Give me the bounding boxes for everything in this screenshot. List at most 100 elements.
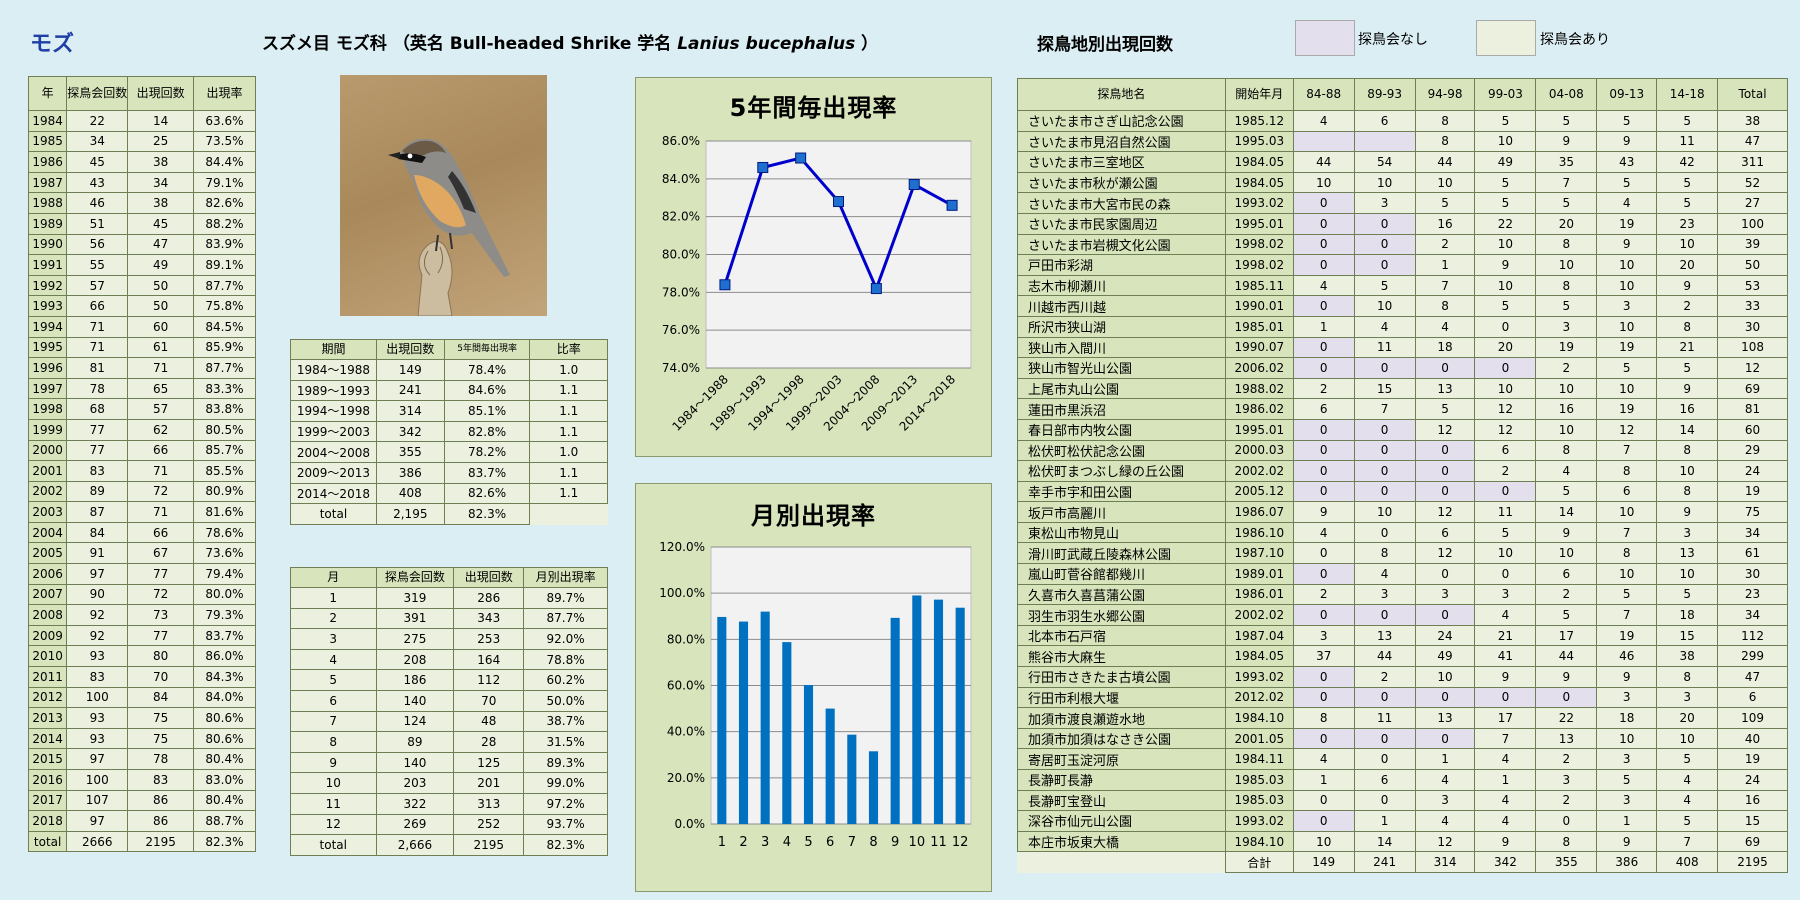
yearly-row: 1988 46 38 82.6% [27, 192, 257, 214]
site-count-cell: 22 [1474, 212, 1537, 235]
site-total-cell: 19 [1717, 748, 1788, 770]
site-count-cell: 0 [1292, 727, 1355, 750]
monthly-cell: 5 [290, 669, 377, 691]
site-start-cell: 1987.10 [1224, 542, 1294, 565]
monthly-cell: 269 [375, 813, 455, 836]
site-count-cell: 5 [1596, 171, 1658, 194]
site-count-cell: 44 [1353, 645, 1416, 668]
yearly-cell: 22 [66, 110, 129, 132]
yearly-cell: 2005 [27, 542, 68, 565]
yearly-cell: 107 [66, 789, 129, 812]
site-count-cell: 19 [1596, 624, 1658, 647]
monthly-cell: 112 [453, 669, 525, 691]
monthly-cell: 3 [290, 628, 377, 650]
sites-total-cell: 149 [1292, 851, 1355, 873]
site-count-cell: 0 [1353, 686, 1416, 709]
site-count-cell: 16 [1535, 398, 1598, 420]
site-count-cell: 0 [1353, 748, 1416, 770]
site-total-cell: 30 [1717, 563, 1788, 585]
yearly-cell: total [27, 830, 68, 853]
yearly-cell: 71 [127, 357, 194, 379]
monthly-row: 10 203 201 99.0% [290, 772, 608, 794]
site-count-cell: 0 [1535, 686, 1598, 709]
site-count-cell: 14 [1353, 830, 1416, 853]
site-row: さいたま市三室地区 1984.05 44 54 44 49 35 43 42 311 [1017, 151, 1788, 173]
yearly-cell: 87.7% [192, 274, 257, 297]
site-total-cell: 39 [1717, 233, 1788, 256]
site-count-cell: 5 [1596, 357, 1658, 379]
site-count-cell: 5 [1656, 171, 1719, 194]
site-count-cell: 19 [1596, 212, 1658, 235]
site-count-cell: 0 [1292, 604, 1355, 626]
site-count-cell: 0 [1414, 686, 1476, 709]
site-count-cell: 5 [1596, 583, 1658, 606]
site-count-cell: 9 [1535, 521, 1598, 544]
close-paren: ） [861, 34, 879, 54]
site-count-cell: 7 [1353, 398, 1416, 420]
period-cell: 1.1 [529, 461, 608, 484]
site-count-cell: 12 [1414, 501, 1476, 523]
site-total-cell: 16 [1717, 789, 1788, 812]
site-count-cell: 0 [1474, 480, 1537, 503]
site-count-cell: 4 [1292, 274, 1355, 297]
site-name-cell: 松伏町松伏記念公園 [1017, 439, 1226, 462]
site-count-cell: 54 [1353, 151, 1416, 173]
yearly-cell: 92 [66, 604, 129, 626]
bar-xtick-label: 6 [826, 835, 834, 850]
site-count-cell: 4 [1292, 748, 1355, 770]
site-total-cell: 60 [1717, 418, 1788, 441]
yearly-cell: 67 [127, 542, 194, 565]
site-count-cell: 11 [1656, 130, 1719, 153]
site-count-cell: 21 [1474, 624, 1537, 647]
site-count-cell: 7 [1474, 727, 1537, 750]
site-count-cell: 22 [1535, 707, 1598, 729]
site-total-cell: 23 [1717, 583, 1788, 606]
yearly-row: 2016 100 83 83.0% [27, 769, 257, 791]
yearly-cell: 89.1% [192, 254, 257, 276]
site-count-cell: 9 [1535, 666, 1598, 688]
site-name-cell: 本庄市坂東大橋 [1017, 830, 1226, 853]
yearly-cell: 83.3% [192, 377, 257, 400]
yearly-row: 2010 93 80 86.0% [27, 645, 257, 668]
yearly-cell: 1993 [27, 295, 68, 317]
site-count-cell: 10 [1292, 830, 1355, 853]
site-start-cell: 1993.02 [1224, 810, 1294, 832]
site-start-cell: 2002.02 [1224, 460, 1294, 482]
yearly-cell: 1988 [27, 192, 68, 214]
site-row: 上尾市丸山公園 1988.02 2 15 13 10 10 10 9 69 [1017, 377, 1788, 400]
site-count-cell: 0 [1292, 686, 1355, 709]
monthly-cell: 93.7% [523, 813, 608, 836]
site-count-cell: 8 [1292, 707, 1355, 729]
site-count-cell: 8 [1535, 274, 1598, 297]
site-count-cell: 19 [1535, 336, 1598, 359]
yearly-cell: 2004 [27, 521, 68, 544]
site-count-cell: 5 [1535, 192, 1598, 214]
site-count-cell: 4 [1292, 521, 1355, 544]
site-count-cell: 4 [1596, 192, 1658, 214]
yearly-cell: 2017 [27, 789, 68, 812]
site-count-cell: 16 [1656, 398, 1719, 420]
yearly-cell: 66 [66, 295, 129, 317]
monthly-header-cell: 出現回数 [453, 567, 525, 588]
yearly-row: 2008 92 73 79.3% [27, 604, 257, 626]
site-count-cell: 0 [1292, 563, 1355, 585]
site-total-cell: 29 [1717, 439, 1788, 462]
yearly-cell: 1990 [27, 233, 68, 256]
period-cell: 1989～1993 [290, 379, 377, 402]
yearly-cell: 38 [127, 192, 194, 214]
yearly-cell: 57 [127, 398, 194, 420]
bar [912, 595, 922, 824]
period-chart-svg: 74.0%76.0%78.0%80.0%82.0%84.0%86.0%1984～… [662, 134, 972, 434]
period-cell: 82.8% [443, 420, 531, 443]
yearly-row: 2014 93 75 80.6% [27, 727, 257, 750]
sites-table: 探鳥地名 開始年月 84-88 89-93 94-98 99-03 04-08 09-13 14… [1017, 78, 1788, 873]
site-start-cell: 1984.05 [1224, 645, 1294, 668]
yearly-cell: 46 [66, 192, 129, 214]
yearly-cell: 2000 [27, 439, 68, 462]
sites-header-cell: 89-93 [1353, 78, 1416, 111]
yearly-cell: 77 [127, 624, 194, 647]
yearly-cell: 86.0% [192, 645, 257, 668]
site-count-cell: 11 [1353, 336, 1416, 359]
yearly-cell: 86 [127, 810, 194, 832]
site-count-cell: 10 [1474, 233, 1537, 256]
